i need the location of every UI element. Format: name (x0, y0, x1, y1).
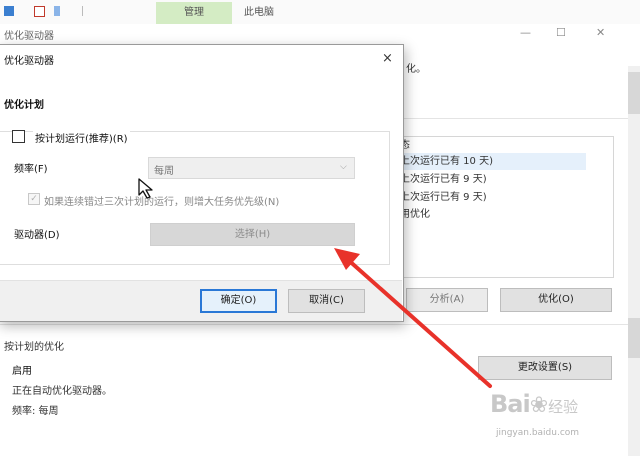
paw-icon: ❀ (529, 393, 549, 418)
annotation-arrow-icon (334, 248, 492, 388)
watermark-brand: Bai (490, 390, 531, 418)
watermark-suffix: 经验 (548, 398, 579, 416)
watermark-url: jingyan.baidu.com (496, 428, 580, 438)
baidu-watermark: Bai❀经验 (490, 390, 578, 418)
